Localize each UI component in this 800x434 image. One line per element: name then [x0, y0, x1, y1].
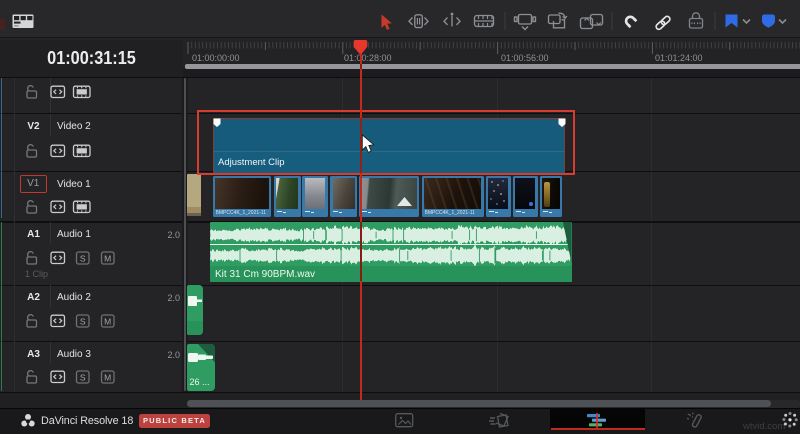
svg-text:S: S — [80, 316, 86, 326]
svg-text:M: M — [104, 372, 111, 382]
svg-text:S: S — [80, 253, 86, 263]
svg-text:S: S — [80, 372, 86, 382]
svg-text:01:00:56:00: 01:00:56:00 — [501, 53, 549, 63]
svg-text:01:00:00:00: 01:00:00:00 — [192, 53, 240, 63]
svg-text:M: M — [104, 316, 111, 326]
svg-text:01:01:24:00: 01:01:24:00 — [655, 53, 703, 63]
svg-text:M: M — [104, 253, 111, 263]
